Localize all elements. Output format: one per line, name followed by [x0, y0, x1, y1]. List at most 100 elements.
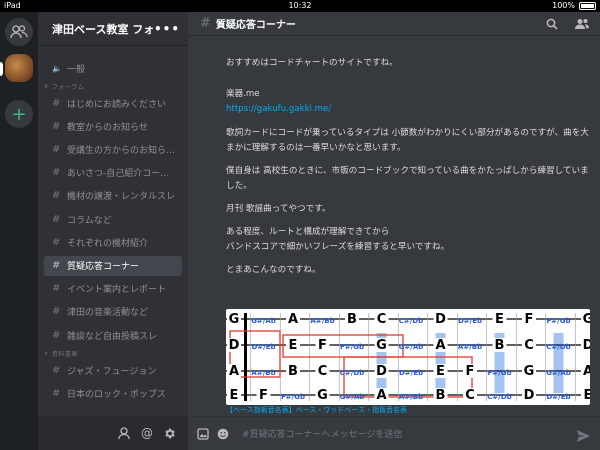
hash-icon: # [52, 190, 61, 202]
member-list-icon[interactable] [574, 16, 590, 32]
server-rail: + [0, 12, 38, 450]
channel-label: 津田の音楽活動など [67, 308, 149, 319]
channel-item[interactable]: # 雑談など自由投稿スレ [44, 325, 182, 345]
channel-item[interactable]: # 日本のロック・ポップス [44, 383, 182, 403]
note-label: C#/Db [487, 393, 511, 401]
hash-icon: # [52, 120, 61, 132]
sidebar-footer: @ [38, 416, 188, 450]
note-label: G#/Ab [399, 343, 424, 351]
channel-category[interactable]: ∨ フォーラム [44, 81, 188, 91]
note-label: B [347, 312, 357, 327]
channel-title: 質疑応答コーナー [215, 20, 296, 31]
hash-icon: # [52, 306, 61, 318]
note-label: F [466, 364, 475, 379]
chat-panel: # 質疑応答コーナー おすすめはコードチャートのサイトですね。 楽器.me ht… [188, 12, 600, 450]
message-link[interactable]: https://gakufu.gakki.me/ [226, 102, 596, 117]
hash-icon: # [52, 364, 61, 376]
message: おすすめはコードチャートのサイトですね。 [226, 58, 398, 68]
hash-icon: # [52, 283, 61, 295]
search-icon[interactable] [544, 16, 560, 32]
channel-label: 一般 [67, 64, 86, 75]
note-label: F#/Gb [281, 393, 305, 401]
note-label: G [229, 312, 240, 327]
note-label: A#/Bb [458, 343, 482, 351]
channel-item[interactable]: # イベント案内とレポート [44, 279, 182, 299]
channel-label: イベント案内とレポート [67, 285, 167, 296]
hash-icon: # [200, 16, 211, 31]
image-upload-icon[interactable] [196, 427, 210, 441]
note-label: B [436, 388, 446, 403]
channel-item[interactable]: # 質疑応答コーナー [44, 255, 182, 276]
note-label: C#/Db [340, 369, 364, 377]
highlight-bar [553, 333, 564, 393]
channel-item[interactable]: # ジャズ・フュージョン [44, 360, 182, 380]
channel-item[interactable]: # 教室からのお知らせ [44, 116, 182, 136]
channel-item[interactable]: # はじめにお読みください [44, 93, 182, 113]
note-label: A [435, 338, 445, 353]
channel-header: # 質疑応答コーナー [188, 12, 600, 36]
status-time: 10:32 [288, 1, 312, 10]
hash-icon: # [52, 97, 61, 109]
note-label: G#/Ab [251, 317, 276, 325]
category-label: 資料書庫 [51, 350, 78, 358]
note-label: F#/Gb [547, 317, 571, 325]
direct-messages-button[interactable] [5, 18, 33, 46]
embed-link[interactable]: 【ベース指板音名表】ベース・ウッドベース・指板音名表 [226, 405, 586, 414]
emoji-icon[interactable] [216, 427, 230, 441]
message: とまあこんなのですね。 [226, 265, 321, 275]
note-label: G [317, 388, 328, 403]
note-label: C [377, 312, 387, 327]
more-icon[interactable]: ••• [154, 22, 180, 36]
server-header[interactable]: 津田ベース教室 フォ… ••• [38, 12, 188, 46]
battery-percent: 100% [552, 1, 575, 10]
channel-label: それぞれの機材紹介 [67, 238, 149, 249]
gear-icon[interactable] [163, 427, 176, 440]
message-text: 楽器.me [226, 89, 260, 99]
note-label: C [465, 388, 475, 403]
mention-icon[interactable]: @ [141, 426, 153, 440]
add-server-button[interactable]: + [5, 100, 33, 128]
message-input[interactable]: #質疑応答コーナーへメッセージを送信 [242, 427, 402, 440]
channel-item[interactable]: # コラムなど [44, 209, 182, 229]
server-name: 津田ベース教室 フォ… [52, 22, 154, 36]
channel-sidebar: 津田ベース教室 フォ… ••• 🔈 一般 ∨ フォーラム # はじめにお読みください # 教室… [38, 12, 188, 450]
note-label: F [525, 312, 534, 327]
note-label: E [495, 312, 504, 327]
note-label: G [376, 338, 387, 353]
channel-label: ジャズ・フュージョン [67, 366, 157, 377]
send-icon[interactable] [577, 427, 590, 446]
note-label: F#/Gb [340, 343, 364, 351]
channel-category[interactable]: ∨ 資料書庫 [44, 348, 188, 358]
channel-label: 日本のロック・ポップス [67, 389, 166, 400]
note-label: C#/Db [546, 343, 570, 351]
channel-item[interactable]: # 津田の音楽活動など [44, 302, 182, 322]
channel-item[interactable]: # 機材の譲渡・レンタルスレ [44, 186, 182, 206]
channel-item[interactable]: # 受講生の方からのお知ら… [44, 140, 182, 160]
channel-label: コラムなど [67, 215, 112, 226]
channel-item[interactable]: 🔈 一般 [44, 58, 182, 78]
channel-label: 質疑応答コーナー [67, 262, 140, 272]
speaker-icon: 🔈 [52, 63, 62, 73]
hash-icon: # [52, 213, 61, 225]
user-settings-icon[interactable] [117, 426, 131, 440]
note-label: G [583, 312, 590, 327]
server-icon[interactable] [5, 54, 33, 82]
channel-item[interactable]: # それぞれの機材紹介 [44, 232, 182, 252]
note-label: C [524, 338, 534, 353]
hash-icon: # [52, 260, 61, 271]
note-label: D [435, 312, 446, 327]
note-label: F [259, 388, 268, 403]
hash-icon: # [52, 387, 61, 399]
fretboard-image[interactable]: G G#/Ab A A#/Bb B C C#/Db D D#/Eb E F F#/Gb G D D#/Eb E… [226, 309, 590, 405]
note-label: D#/Eb [399, 369, 423, 377]
note-label: G#/Ab [340, 393, 365, 401]
message-composer: #質疑応答コーナーへメッセージを送信 [188, 416, 600, 450]
note-label: D#/Eb [458, 317, 482, 325]
note-label: A#/Bb [251, 369, 275, 377]
channel-label: 雑談など自由投稿スレ [67, 331, 158, 342]
channel-item[interactable]: # あいさつ-自己紹介コー… [44, 163, 182, 183]
channel-label: 機材の譲渡・レンタルスレ [67, 192, 176, 203]
hash-icon: # [52, 236, 61, 248]
note-label: A [229, 364, 239, 379]
note-label: A [376, 388, 386, 403]
